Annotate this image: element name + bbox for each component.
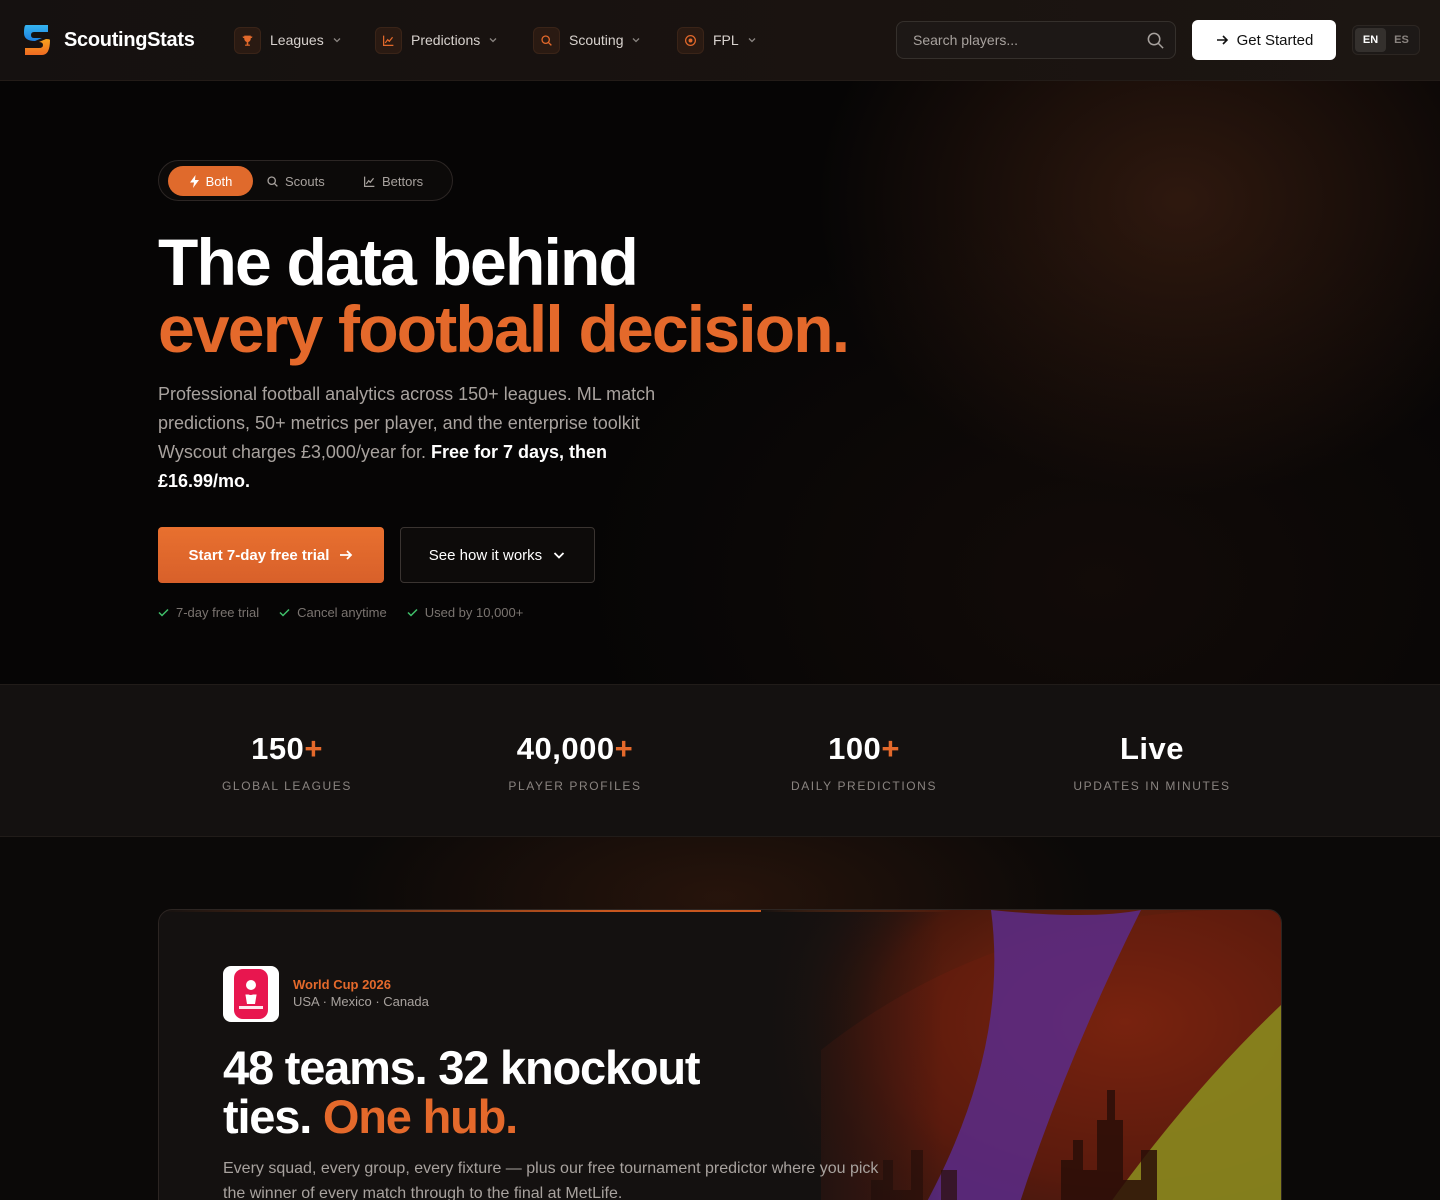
search-icon [267,175,278,187]
start-free-trial-label: Start 7-day free trial [188,546,330,564]
stat-value: 150+ [251,731,323,766]
stat-value: Live [1119,731,1185,766]
audience-scouts-label: Scouts [285,173,325,189]
audience-both-tab[interactable]: Both [168,166,253,196]
stat-predictions: 100+ DAILY PREDICTIONS [734,731,994,793]
nav-leagues[interactable]: Leagues [234,26,342,54]
trust-checks: 7-day free trial Cancel anytime Used by … [158,605,523,620]
nav-scouting[interactable]: Scouting [533,26,641,54]
hero-section: Both Scouts Bettors The data behind ever… [0,81,1440,684]
stat-label: UPDATES IN MINUTES [1073,779,1231,793]
check-item: Used by 10,000+ [407,605,524,620]
chevron-down-icon [748,38,756,43]
hero-headline-line-1: The data behind [158,225,639,299]
top-navbar: ScoutingStats Leagues Predictions Scouti… [0,0,1440,81]
check-label: Cancel anytime [297,605,387,620]
player-search [896,21,1176,59]
worldcup-card[interactable]: World Cup 2026 USA · Mexico · Canada 48 … [158,909,1282,1200]
nav-predictions[interactable]: Predictions [375,26,498,54]
chevron-down-icon [489,38,497,43]
lang-en-button[interactable]: EN [1355,28,1386,52]
worldcup-logo-icon [223,966,279,1022]
hero-lead-paragraph: Professional football analytics across 1… [158,380,703,496]
audience-bettors-label: Bettors [382,173,424,189]
see-how-it-works-label: See how it works [428,546,543,564]
worldcup-description: Every squad, every group, every fixture … [223,1160,879,1200]
check-label: Used by 10,000+ [424,605,524,620]
search-icon[interactable] [1146,31,1165,50]
stat-label: GLOBAL LEAGUES [221,779,352,793]
worldcup-headline-accent: One hub. [322,1090,518,1143]
checkmark-icon [407,608,418,617]
arrow-right-icon [340,550,353,560]
audience-scouts-tab[interactable]: Scouts [266,166,325,196]
lang-es-button[interactable]: ES [1386,28,1417,52]
language-switcher: EN ES [1352,25,1420,55]
worldcup-headline-line-1: 48 teams. 32 knockout [223,1041,701,1094]
worldcup-section: World Cup 2026 USA · Mexico · Canada 48 … [0,837,1440,1200]
chevron-down-icon [633,38,640,43]
hero-headline-line-2: every football decision. [158,292,850,366]
stat-live: Live UPDATES IN MINUTES [1022,731,1282,793]
target-icon [677,26,704,54]
see-how-it-works-button[interactable]: See how it works [400,527,595,583]
checkmark-icon [158,608,169,617]
stat-players: 40,000+ PLAYER PROFILES [445,731,705,793]
audience-toggle: Both Scouts Bettors [158,160,453,201]
search-icon [533,26,560,54]
arrow-right-icon [1216,35,1228,45]
stat-leagues: 150+ GLOBAL LEAGUES [157,731,417,793]
stat-value: 100+ [828,731,900,766]
chevron-down-icon [554,552,565,559]
nav-fpl-label: FPL [713,32,739,48]
get-started-button[interactable]: Get Started [1192,20,1336,60]
nav-fpl[interactable]: FPL [677,26,757,54]
checkmark-icon [279,608,290,617]
chart-icon [364,176,375,187]
stats-bar: 150+ GLOBAL LEAGUES 40,000+ PLAYER PROFI… [0,684,1440,837]
start-free-trial-button[interactable]: Start 7-day free trial [158,527,384,583]
worldcup-headline-line-2: ties. One hub. [223,1090,518,1143]
stat-label: DAILY PREDICTIONS [790,779,938,793]
check-label: 7-day free trial [176,605,260,620]
stat-label: PLAYER PROFILES [508,779,642,793]
scoutingstats-logo-icon[interactable] [22,23,52,57]
nav-predictions-label: Predictions [411,32,481,48]
check-item: Cancel anytime [279,605,387,620]
worldcup-title: World Cup 2026 [293,977,392,992]
check-item: 7-day free trial [158,605,259,620]
audience-bettors-tab[interactable]: Bettors [363,166,423,196]
brand-name[interactable]: ScoutingStats [64,29,195,52]
audience-both-label: Both [205,173,233,189]
worldcup-hosts: USA · Mexico · Canada [293,994,429,1009]
nav-leagues-label: Leagues [270,32,324,48]
chevron-down-icon [333,38,341,43]
trophy-icon [234,26,261,54]
stat-value: 40,000+ [516,731,634,766]
lightning-icon [189,174,199,188]
search-input[interactable] [913,22,1133,58]
nav-scouting-label: Scouting [569,32,624,48]
get-started-label: Get Started [1236,31,1314,49]
chart-icon [375,26,402,54]
